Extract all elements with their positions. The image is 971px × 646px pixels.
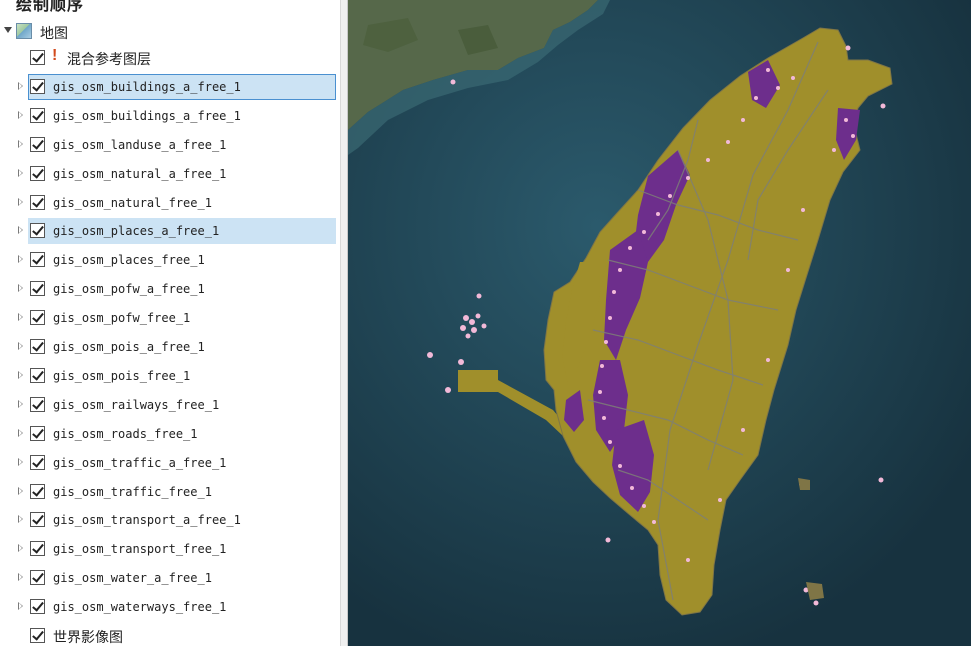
map-icon <box>16 23 32 39</box>
map-node[interactable]: 地图 <box>0 20 340 42</box>
contents-pane: 绘制顺序 地图 ! 混合参考图层 gis_osm_buildings_a_free_… <box>0 0 340 646</box>
layer-row[interactable]: gis_osm_roads_free_1 <box>0 421 340 447</box>
layer-name: gis_osm_places_free_1 <box>53 253 205 268</box>
layer-name: gis_osm_transport_free_1 <box>53 542 227 557</box>
visibility-checkbox[interactable] <box>30 512 45 528</box>
layer-row[interactable]: gis_osm_pofw_free_1 <box>0 305 340 331</box>
layer-name: gis_osm_natural_free_1 <box>53 195 212 210</box>
layer-row[interactable]: gis_osm_natural_a_free_1 <box>0 161 340 187</box>
visibility-checkbox[interactable] <box>30 339 45 354</box>
visibility-checkbox[interactable] <box>30 165 45 181</box>
layer-name: gis_osm_pois_free_1 <box>53 368 191 383</box>
basemap-layer-label: 世界影像图 <box>53 630 123 646</box>
layer-row[interactable]: gis_osm_natural_free_1 <box>0 190 340 216</box>
penghu-extent <box>458 370 498 392</box>
reference-layer-label: 混合参考图层 <box>67 52 151 68</box>
layer-name: gis_osm_transport_a_free_1 <box>53 513 241 528</box>
layer-name: gis_osm_traffic_free_1 <box>53 484 212 499</box>
visibility-checkbox[interactable] <box>30 570 45 586</box>
visibility-checkbox[interactable] <box>30 541 45 557</box>
visibility-checkbox[interactable] <box>30 78 45 94</box>
visibility-checkbox[interactable] <box>30 483 45 499</box>
visibility-checkbox[interactable] <box>30 136 45 152</box>
layer-name: gis_osm_landuse_a_free_1 <box>53 137 227 152</box>
visibility-checkbox[interactable] <box>30 599 45 615</box>
expand-arrow-icon[interactable] <box>18 284 23 293</box>
layer-row[interactable]: gis_osm_buildings_a_free_1 <box>0 103 340 129</box>
visibility-checkbox[interactable] <box>30 396 45 412</box>
drawing-order-title: 绘制顺序 <box>16 0 85 14</box>
visibility-checkbox[interactable] <box>30 223 45 239</box>
layer-name: gis_osm_water_a_free_1 <box>53 571 212 586</box>
layer-row[interactable]: gis_osm_water_a_free_1 <box>0 565 340 591</box>
layer-name: gis_osm_pofw_free_1 <box>53 311 191 326</box>
layer-name: gis_osm_buildings_a_free_1 <box>53 108 241 123</box>
visibility-checkbox[interactable] <box>30 367 45 383</box>
layer-row[interactable]: gis_osm_transport_a_free_1 <box>0 507 340 533</box>
layer-row[interactable]: gis_osm_pofw_a_free_1 <box>0 276 340 302</box>
expand-arrow-icon[interactable] <box>18 110 23 119</box>
layer-name: gis_osm_pofw_a_free_1 <box>53 282 205 297</box>
expand-arrow-icon[interactable] <box>18 342 23 350</box>
layer-name: gis_osm_places_a_free_1 <box>53 224 220 239</box>
map-view[interactable] <box>348 0 971 646</box>
layer-row[interactable]: gis_osm_places_free_1 <box>0 247 340 273</box>
layer-name: gis_osm_traffic_a_free_1 <box>53 455 227 470</box>
expand-arrow-icon[interactable] <box>18 457 23 466</box>
expand-arrow-icon[interactable] <box>18 255 23 264</box>
basemap-layer-row[interactable]: 世界影像图 <box>0 623 340 646</box>
expand-arrow-icon[interactable] <box>18 313 23 322</box>
expand-arrow-icon[interactable] <box>18 399 23 408</box>
visibility-checkbox[interactable] <box>30 281 45 297</box>
expand-arrow-icon[interactable] <box>18 168 23 177</box>
map-node-label: 地图 <box>40 25 68 41</box>
layer-row[interactable]: gis_osm_landuse_a_free_1 <box>0 132 340 158</box>
layer-name: gis_osm_pois_a_free_1 <box>53 340 205 354</box>
expand-arrow-icon[interactable] <box>18 81 23 90</box>
lanyu-island <box>798 478 810 490</box>
pane-splitter[interactable] <box>340 0 348 646</box>
warning-icon: ! <box>52 47 58 64</box>
layer-row[interactable]: gis_osm_pois_a_free_1 <box>0 334 340 360</box>
expand-arrow-icon[interactable] <box>18 139 23 148</box>
layer-row[interactable]: gis_osm_railways_free_1 <box>0 392 340 418</box>
layer-row[interactable]: gis_osm_traffic_free_1 <box>0 479 340 505</box>
visibility-checkbox[interactable] <box>30 310 45 326</box>
layer-row[interactable]: gis_osm_transport_free_1 <box>0 536 340 562</box>
collapse-caret-icon[interactable] <box>4 27 12 33</box>
expand-arrow-icon[interactable] <box>18 544 23 553</box>
visibility-checkbox[interactable] <box>30 194 45 210</box>
expand-arrow-icon[interactable] <box>18 486 23 495</box>
layer-row[interactable]: gis_osm_buildings_a_free_1 <box>0 73 340 100</box>
reference-layer-row[interactable]: ! 混合参考图层 <box>0 45 340 71</box>
visibility-checkbox[interactable] <box>30 50 45 65</box>
layer-name: gis_osm_railways_free_1 <box>53 397 220 412</box>
layer-row[interactable]: gis_osm_traffic_a_free_1 <box>0 450 340 476</box>
visibility-checkbox[interactable] <box>30 107 45 123</box>
layer-row[interactable]: gis_osm_pois_free_1 <box>0 363 340 389</box>
map-canvas[interactable] <box>348 0 971 646</box>
expand-arrow-icon[interactable] <box>18 197 23 206</box>
expand-arrow-icon[interactable] <box>18 515 23 524</box>
layer-name: gis_osm_buildings_a_free_1 <box>53 79 241 94</box>
expand-arrow-icon[interactable] <box>18 428 23 437</box>
visibility-checkbox[interactable] <box>30 252 45 268</box>
visibility-checkbox[interactable] <box>30 628 45 643</box>
visibility-checkbox[interactable] <box>30 425 45 441</box>
expand-arrow-icon[interactable] <box>18 226 23 235</box>
layer-row[interactable]: gis_osm_waterways_free_1 <box>0 594 340 620</box>
expand-arrow-icon[interactable] <box>18 573 23 582</box>
expand-arrow-icon[interactable] <box>18 370 23 379</box>
expand-arrow-icon[interactable] <box>18 602 23 611</box>
visibility-checkbox[interactable] <box>30 454 45 470</box>
layer-name: gis_osm_waterways_free_1 <box>53 600 227 615</box>
layer-row[interactable]: gis_osm_places_a_free_1 <box>0 218 340 245</box>
layer-name: gis_osm_natural_a_free_1 <box>53 166 227 181</box>
layer-name: gis_osm_roads_free_1 <box>53 426 198 441</box>
